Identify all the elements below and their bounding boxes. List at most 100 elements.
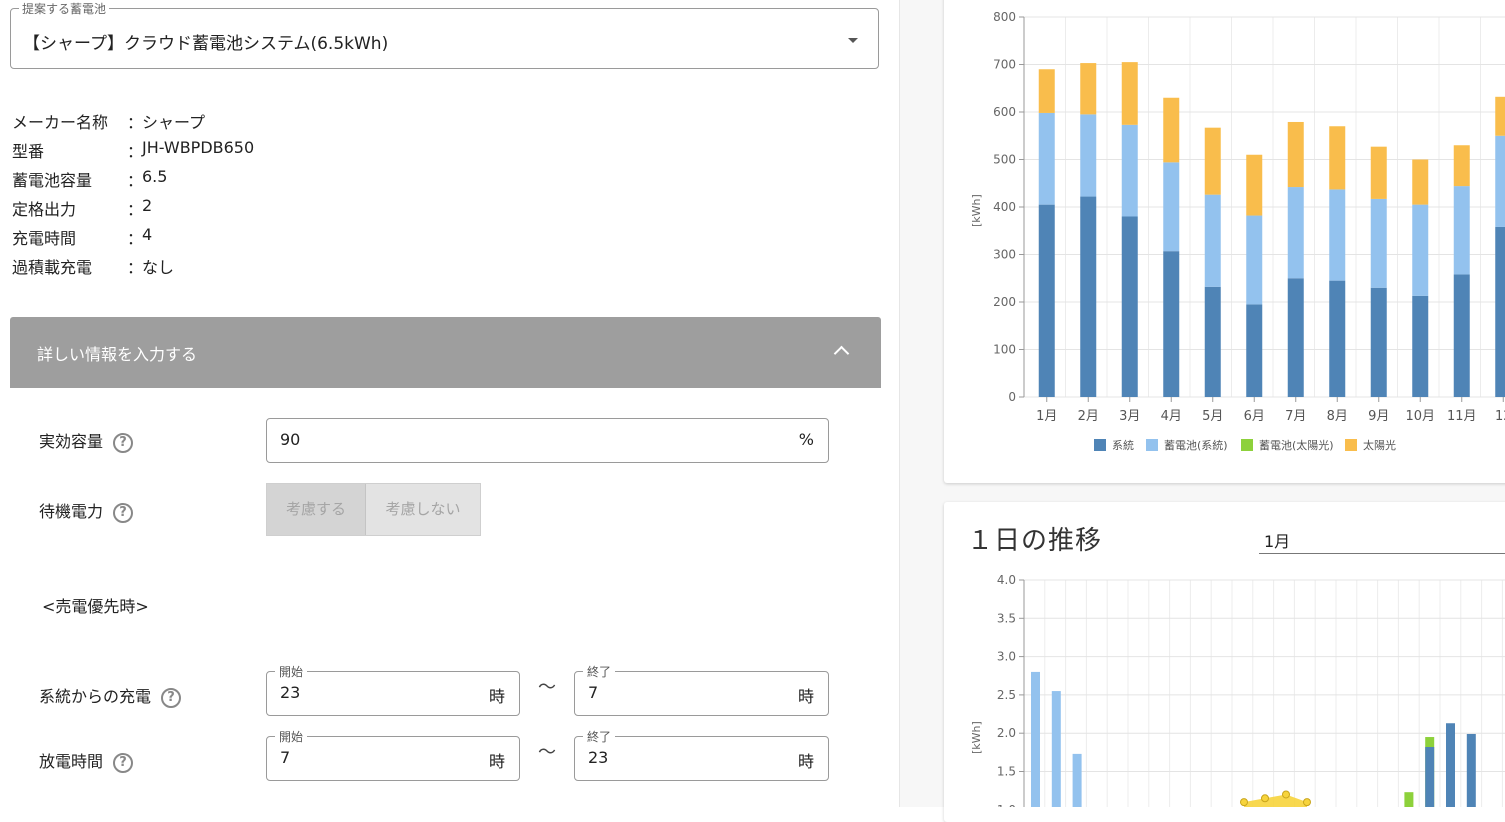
spec-label: 充電時間 <box>12 229 77 248</box>
bar-segment <box>1412 295 1429 397</box>
bar-segment <box>1329 189 1346 281</box>
bar <box>1404 792 1414 807</box>
range-separator: ～ <box>538 677 556 698</box>
grid-charge-label-row: 系統からの充電? <box>39 683 182 708</box>
chevron-up-icon[interactable] <box>833 345 850 362</box>
bar-segment <box>1038 69 1055 113</box>
point <box>1240 798 1248 807</box>
y-tick-label: 2.0 <box>997 726 1016 740</box>
bar-segment <box>1453 145 1470 187</box>
bar-segment <box>1163 97 1180 163</box>
month-select[interactable]: 1月 <box>1259 525 1505 554</box>
y-axis-label: [kWh] <box>970 194 983 227</box>
legend-label: 太陽光 <box>1363 438 1396 452</box>
y-tick-label: 500 <box>993 153 1016 167</box>
y-tick-label: 800 <box>993 10 1016 24</box>
legend-swatch <box>1241 439 1253 451</box>
standby-power-label: 待機電力 <box>39 502 104 521</box>
standby-ignore-button[interactable]: 考慮しない <box>366 484 480 535</box>
battery-select[interactable]: 提案する蓄電池 【シャープ】クラウド蓄電池システム(6.5kWh) <box>10 0 879 69</box>
y-tick-label: 300 <box>993 248 1016 262</box>
spec-label: 蓄電池容量 <box>12 171 93 190</box>
bar-segment <box>1370 198 1387 288</box>
help-icon[interactable]: ? <box>113 502 134 523</box>
bar-segment <box>1412 204 1429 296</box>
help-icon[interactable]: ? <box>161 687 182 708</box>
standby-consider-button[interactable]: 考慮する <box>267 484 366 535</box>
standby-power-toggle[interactable]: 考慮する 考慮しない <box>266 483 481 536</box>
legend-label: 蓄電池(系統) <box>1164 438 1228 452</box>
spec-value: 4 <box>142 225 153 244</box>
bar-segment <box>1495 96 1505 136</box>
bar-segment <box>1204 127 1221 195</box>
monthly-stacked-bar-chart: 0 100 200 300 400 500 600 700 800 [kWh] 1月 2月 3月 4月 5月… <box>970 10 1505 452</box>
grid-charge-start-input[interactable]: 開始 23 時 <box>266 663 520 716</box>
bar-segment <box>1287 278 1304 397</box>
y-tick-label: 3.0 <box>997 650 1016 664</box>
effective-capacity-input[interactable]: 90 % <box>266 418 829 463</box>
grid-charge-end-legend: 終了 <box>583 663 616 680</box>
discharge-end-value: 23 <box>588 748 609 767</box>
legend-swatch <box>1345 439 1357 451</box>
y-tick-label: 1.0 <box>997 803 1016 807</box>
x-tick-label: 4月 <box>1161 409 1182 424</box>
spec-colon: ： <box>127 258 144 277</box>
caret-down-icon[interactable] <box>848 38 858 43</box>
hour-unit: 時 <box>797 687 814 706</box>
bar-segment <box>1495 226 1505 397</box>
sell-priority-heading: <売電優先時> <box>42 597 149 616</box>
x-tick-label: 11月 <box>1447 409 1477 424</box>
x-tick-label: 10月 <box>1405 409 1435 424</box>
grid-charge-end-value: 7 <box>588 683 599 702</box>
x-tick-label: 1月 <box>1036 409 1057 424</box>
spec-value: 2 <box>142 196 153 215</box>
discharge-end-legend: 終了 <box>583 728 616 745</box>
bar <box>1031 671 1040 807</box>
discharge-start-input[interactable]: 開始 7 時 <box>266 728 520 781</box>
y-axis-label: [kWh] <box>970 721 983 754</box>
legend-label: 蓄電池(太陽光) <box>1259 438 1334 452</box>
grid-charge-end-input[interactable]: 終了 7 時 <box>574 663 829 716</box>
spec-colon: ： <box>127 200 144 219</box>
x-tick-label: 2月 <box>1078 409 1099 424</box>
spec-colon: ： <box>127 171 144 190</box>
x-tick-label: 5月 <box>1202 409 1223 424</box>
y-tick-label: 700 <box>993 58 1016 72</box>
discharge-end-input[interactable]: 終了 23 時 <box>574 728 829 781</box>
discharge-label-row: 放電時間? <box>39 748 134 773</box>
month-select-value: 1月 <box>1264 532 1291 551</box>
details-accordion-header[interactable]: 詳しい情報を入力する <box>10 317 881 388</box>
x-tick-label: 7月 <box>1285 409 1306 424</box>
y-tick-label: 0 <box>1008 390 1016 404</box>
help-icon[interactable]: ? <box>113 432 134 453</box>
daily-bar-chart: 1.0 1.5 2.0 2.5 3.0 3.5 4.0 [kWh] <box>970 573 1505 807</box>
spec-colon: ： <box>127 142 144 161</box>
y-tick-label: 200 <box>993 295 1016 309</box>
spec-value: 6.5 <box>142 167 168 186</box>
bar-segment <box>1246 215 1263 305</box>
bar-segment <box>1080 196 1097 397</box>
effective-capacity-value: 90 <box>280 430 301 449</box>
bar <box>1072 753 1082 807</box>
bar-segment <box>1370 287 1387 397</box>
point <box>1303 798 1311 807</box>
legend-swatch <box>1094 439 1106 451</box>
legend-swatch <box>1146 439 1158 451</box>
y-tick-label: 3.5 <box>997 611 1016 625</box>
bar-segment <box>1121 216 1138 397</box>
bar-segment <box>1246 154 1263 216</box>
y-tick-label: 1.5 <box>997 765 1016 779</box>
bar <box>1051 691 1061 807</box>
x-tick-label: 6月 <box>1244 409 1265 424</box>
bar-segment <box>1453 186 1470 275</box>
bar-segment <box>1121 62 1138 125</box>
y-tick-label: 4.0 <box>997 573 1016 587</box>
battery-select-legend: 提案する蓄電池 <box>19 0 110 17</box>
left-panel: 提案する蓄電池 【シャープ】クラウド蓄電池システム(6.5kWh) メーカー名称… <box>0 0 900 807</box>
bar-segment <box>1121 124 1138 217</box>
spec-colon: ： <box>127 229 144 248</box>
help-icon[interactable]: ? <box>113 752 134 773</box>
details-accordion-title: 詳しい情報を入力する <box>37 345 198 364</box>
bar-segment <box>1163 162 1180 252</box>
bar <box>1446 723 1455 807</box>
